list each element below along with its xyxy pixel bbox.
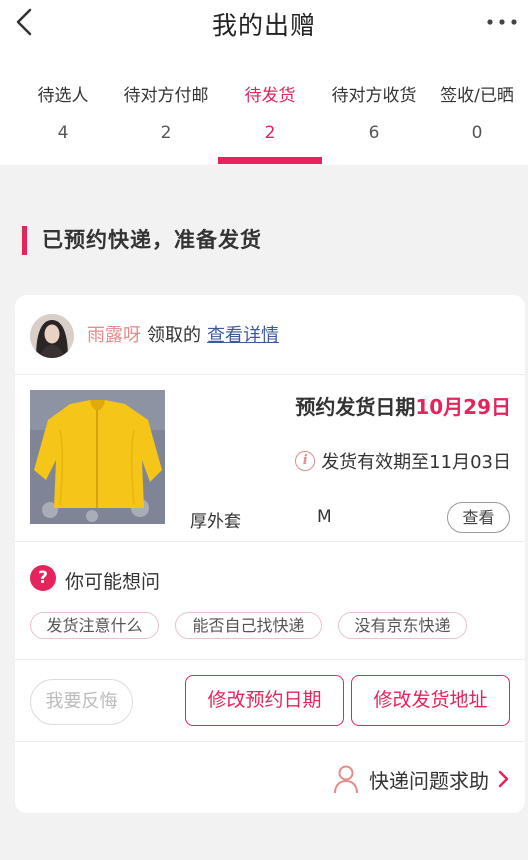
tab-count: 4: [57, 123, 69, 143]
giver-name[interactable]: 雨露呀: [87, 325, 141, 346]
ship-date: 预约发货日期10月29日: [295, 391, 511, 420]
courier-help-label: 快递问题求助: [369, 768, 489, 793]
regret-button[interactable]: 我要反悔: [30, 679, 133, 725]
tab-label: 待发货: [244, 86, 296, 106]
order-card: 雨露呀 领取的 查看详情 预约发货日期10月29日 i 发货有效期至11月03日 厚…: [15, 295, 525, 813]
change-address-button[interactable]: 修改发货地址: [351, 675, 510, 726]
faq-chip[interactable]: 能否自己找快递: [175, 612, 322, 639]
tab-label: 待选人: [37, 86, 89, 106]
jacket-photo: [30, 390, 165, 524]
tab-count: 6: [368, 123, 380, 143]
tab-pending-selection[interactable]: 待选人 4: [10, 82, 116, 144]
info-icon[interactable]: i: [295, 451, 316, 471]
change-date-button[interactable]: 修改预约日期: [185, 675, 344, 726]
faq-title: 你可能想问: [65, 571, 161, 593]
view-button[interactable]: 查看: [447, 502, 510, 533]
divider: [15, 659, 525, 660]
chevron-right-icon: [498, 770, 509, 788]
product-size: M: [317, 507, 332, 527]
product-name: 厚外套: [190, 512, 241, 532]
question-icon: ?: [30, 565, 56, 591]
status-tabs: 待选人 4 待对方付邮 2 待发货 2 待对方收货 6 签收/已晒 0: [0, 82, 528, 165]
view-details-link[interactable]: 查看详情: [207, 325, 279, 346]
active-tab-indicator: [218, 157, 322, 164]
ship-date-value: 10月29日: [415, 395, 511, 419]
person-icon: [334, 765, 358, 794]
tab-pending-postage[interactable]: 待对方付邮 2: [113, 82, 219, 144]
section-accent-bar: [22, 226, 27, 255]
section-title: 已预约快递，准备发货: [42, 228, 262, 252]
faq-chip[interactable]: 没有京东快递: [338, 612, 467, 639]
tab-count: 2: [264, 123, 276, 143]
tab-pending-receipt[interactable]: 待对方收货 6: [321, 82, 427, 144]
giver-suffix: 领取的: [147, 325, 201, 346]
tab-label: 待对方付邮: [123, 86, 209, 106]
tab-received-shared[interactable]: 签收/已晒 0: [424, 82, 528, 144]
avatar-image: [30, 314, 74, 358]
tab-pending-shipment[interactable]: 待发货 2: [217, 82, 323, 144]
faq-chip[interactable]: 发货注意什么: [30, 612, 159, 639]
ship-date-label: 预约发货日期: [295, 395, 416, 419]
divider: [15, 541, 525, 542]
giver-row: 雨露呀 领取的 查看详情: [87, 321, 279, 347]
tab-label: 签收/已晒: [440, 86, 514, 106]
divider: [15, 374, 525, 375]
page-title: 我的出赠: [211, 11, 316, 40]
product-image[interactable]: [30, 390, 165, 524]
divider: [15, 741, 525, 742]
validity-row: i 发货有效期至11月03日: [295, 448, 511, 474]
tab-count: 0: [471, 123, 483, 143]
tab-count: 2: [160, 123, 172, 143]
top-bar: 我的出赠 待选人 4 待对方付邮 2 待发货 2 待对方收货 6 签收/已晒 0: [0, 0, 528, 165]
courier-help-row[interactable]: 快递问题求助: [333, 764, 511, 794]
validity-text: 发货有效期至11月03日: [321, 452, 511, 473]
more-options-icon[interactable]: [484, 8, 520, 36]
tab-label: 待对方收货: [331, 86, 417, 106]
avatar[interactable]: [30, 314, 74, 358]
